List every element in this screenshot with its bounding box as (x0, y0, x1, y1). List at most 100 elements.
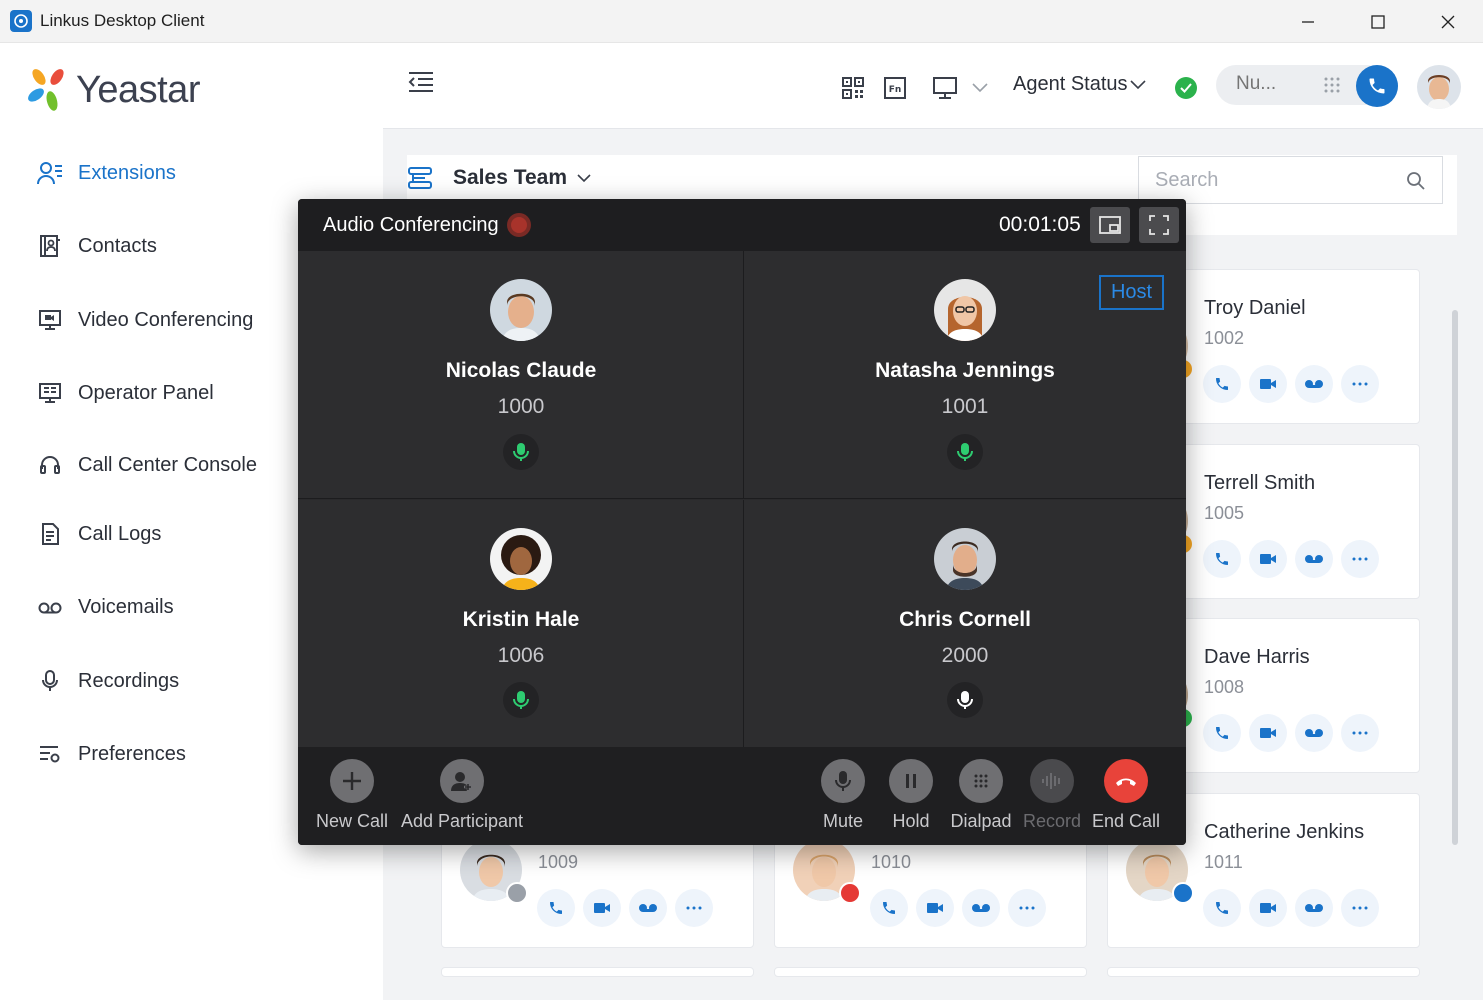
extension-card[interactable] (774, 967, 1087, 977)
qr-code-icon[interactable] (840, 75, 866, 101)
hold-button[interactable]: Hold (882, 759, 940, 832)
presence-status-icon (506, 882, 528, 904)
agent-status-dropdown[interactable]: Agent Status (1013, 73, 1146, 96)
status-online-icon (1175, 77, 1197, 99)
call-action-button[interactable] (870, 889, 908, 927)
contact-extension: 1002 (1204, 328, 1245, 348)
participant-extension: 1006 (497, 644, 545, 667)
minimize-button[interactable] (1273, 0, 1343, 43)
call-button[interactable] (1356, 65, 1398, 107)
more-icon (1019, 906, 1035, 910)
participant-avatar (490, 528, 552, 590)
more-actions-button[interactable] (1341, 889, 1379, 927)
more-actions-button[interactable] (1008, 889, 1046, 927)
more-actions-button[interactable] (675, 889, 713, 927)
mic-active-icon (503, 682, 539, 718)
video-call-action-button[interactable] (583, 889, 621, 927)
new-call-label: New Call (315, 811, 389, 831)
voicemail-icon (1305, 555, 1323, 563)
more-actions-button[interactable] (1341, 365, 1379, 403)
logo: Yeastar (26, 63, 200, 117)
participant-name: Chris Cornell (899, 608, 1031, 631)
sidebar-item-call-center-console[interactable]: Call Center Console (36, 451, 257, 479)
sidebar-item-preferences[interactable]: Preferences (36, 740, 186, 768)
mic-active-icon (503, 434, 539, 470)
plus-icon (330, 759, 374, 803)
participant-avatar (934, 528, 996, 590)
sidebar-item-contacts[interactable]: Contacts (36, 232, 157, 260)
video-call-action-button[interactable] (1249, 365, 1287, 403)
voicemail-action-button[interactable] (962, 889, 1000, 927)
mic-idle-icon (947, 682, 983, 718)
more-icon (686, 906, 702, 910)
call-action-button[interactable] (1203, 714, 1241, 752)
sidebar-item-video-conferencing[interactable]: Video Conferencing (36, 306, 253, 334)
sidebar-item-label: Video Conferencing (78, 308, 254, 331)
sidebar-item-extensions[interactable]: Extensions (36, 159, 176, 187)
add-participant-label: Add Participant (400, 811, 524, 831)
participant-tile: Kristin Hale 1006 (298, 500, 744, 747)
dialpad-button[interactable]: Dialpad (948, 759, 1014, 832)
chevron-down-icon[interactable] (971, 79, 989, 97)
participant-avatar (934, 279, 996, 341)
more-actions-button[interactable] (1341, 540, 1379, 578)
phone-icon (883, 902, 895, 914)
minimize-window-button[interactable] (1090, 207, 1130, 243)
user-avatar[interactable] (1417, 65, 1461, 109)
video-camera-icon (594, 903, 610, 913)
conference-header: Audio Conferencing 00:01:05 (298, 199, 1186, 251)
video-call-action-button[interactable] (1249, 540, 1287, 578)
phone-icon (1216, 378, 1228, 390)
scrollbar[interactable] (1452, 310, 1458, 845)
new-call-button[interactable]: New Call (315, 759, 389, 832)
call-action-button[interactable] (1203, 540, 1241, 578)
voicemail-action-button[interactable] (629, 889, 667, 927)
participant-name: Natasha Jennings (875, 359, 1055, 382)
call-action-button[interactable] (1203, 889, 1241, 927)
participant-avatar (490, 279, 552, 341)
chevron-down-icon (577, 173, 591, 182)
search-icon[interactable] (1405, 170, 1427, 192)
call-action-button[interactable] (1203, 365, 1241, 403)
function-keys-icon[interactable]: Fn (882, 75, 908, 101)
video-call-action-button[interactable] (1249, 714, 1287, 752)
call-action-button[interactable] (537, 889, 575, 927)
presence-status-icon (839, 882, 861, 904)
sidebar-item-recordings[interactable]: Recordings (36, 667, 179, 695)
collapse-menu-icon[interactable] (407, 69, 435, 95)
extension-card[interactable] (441, 967, 754, 977)
close-window-button[interactable] (1413, 0, 1483, 43)
search-input[interactable] (1155, 169, 1385, 192)
video-call-action-button[interactable] (916, 889, 954, 927)
voicemail-action-button[interactable] (1295, 889, 1333, 927)
host-badge: Host (1099, 275, 1164, 310)
mute-button[interactable]: Mute (813, 759, 873, 832)
monitor-icon[interactable] (931, 75, 959, 101)
waveform-icon (1030, 759, 1074, 803)
fullscreen-button[interactable] (1139, 207, 1179, 243)
sidebar-item-operator-panel[interactable]: Operator Panel (36, 379, 214, 407)
add-participant-button[interactable]: Add Participant (400, 759, 524, 832)
dial-number-input[interactable] (1236, 73, 1306, 95)
dialpad-icon (959, 759, 1003, 803)
contact-extension: 1008 (1204, 677, 1245, 697)
voicemail-action-button[interactable] (1295, 540, 1333, 578)
end-call-button[interactable]: End Call (1091, 759, 1161, 832)
contact-name: Dave Harris (1204, 646, 1310, 668)
more-actions-button[interactable] (1341, 714, 1379, 752)
maximize-button[interactable] (1343, 0, 1413, 43)
sidebar-item-voicemails[interactable]: Voicemails (36, 593, 174, 621)
record-button[interactable]: Record (1022, 759, 1082, 832)
video-camera-icon (927, 903, 943, 913)
call-timer: 00:01:05 (999, 213, 1081, 236)
group-selector[interactable]: Sales Team (407, 165, 591, 191)
video-camera-icon (1260, 728, 1276, 738)
video-call-action-button[interactable] (1249, 889, 1287, 927)
extension-card[interactable] (1107, 967, 1420, 977)
sidebar-item-call-logs[interactable]: Call Logs (36, 520, 161, 548)
fullscreen-icon (1149, 215, 1169, 235)
voicemail-action-button[interactable] (1295, 365, 1333, 403)
dialpad-icon[interactable] (1322, 75, 1342, 95)
hang-up-icon (1104, 759, 1148, 803)
voicemail-action-button[interactable] (1295, 714, 1333, 752)
